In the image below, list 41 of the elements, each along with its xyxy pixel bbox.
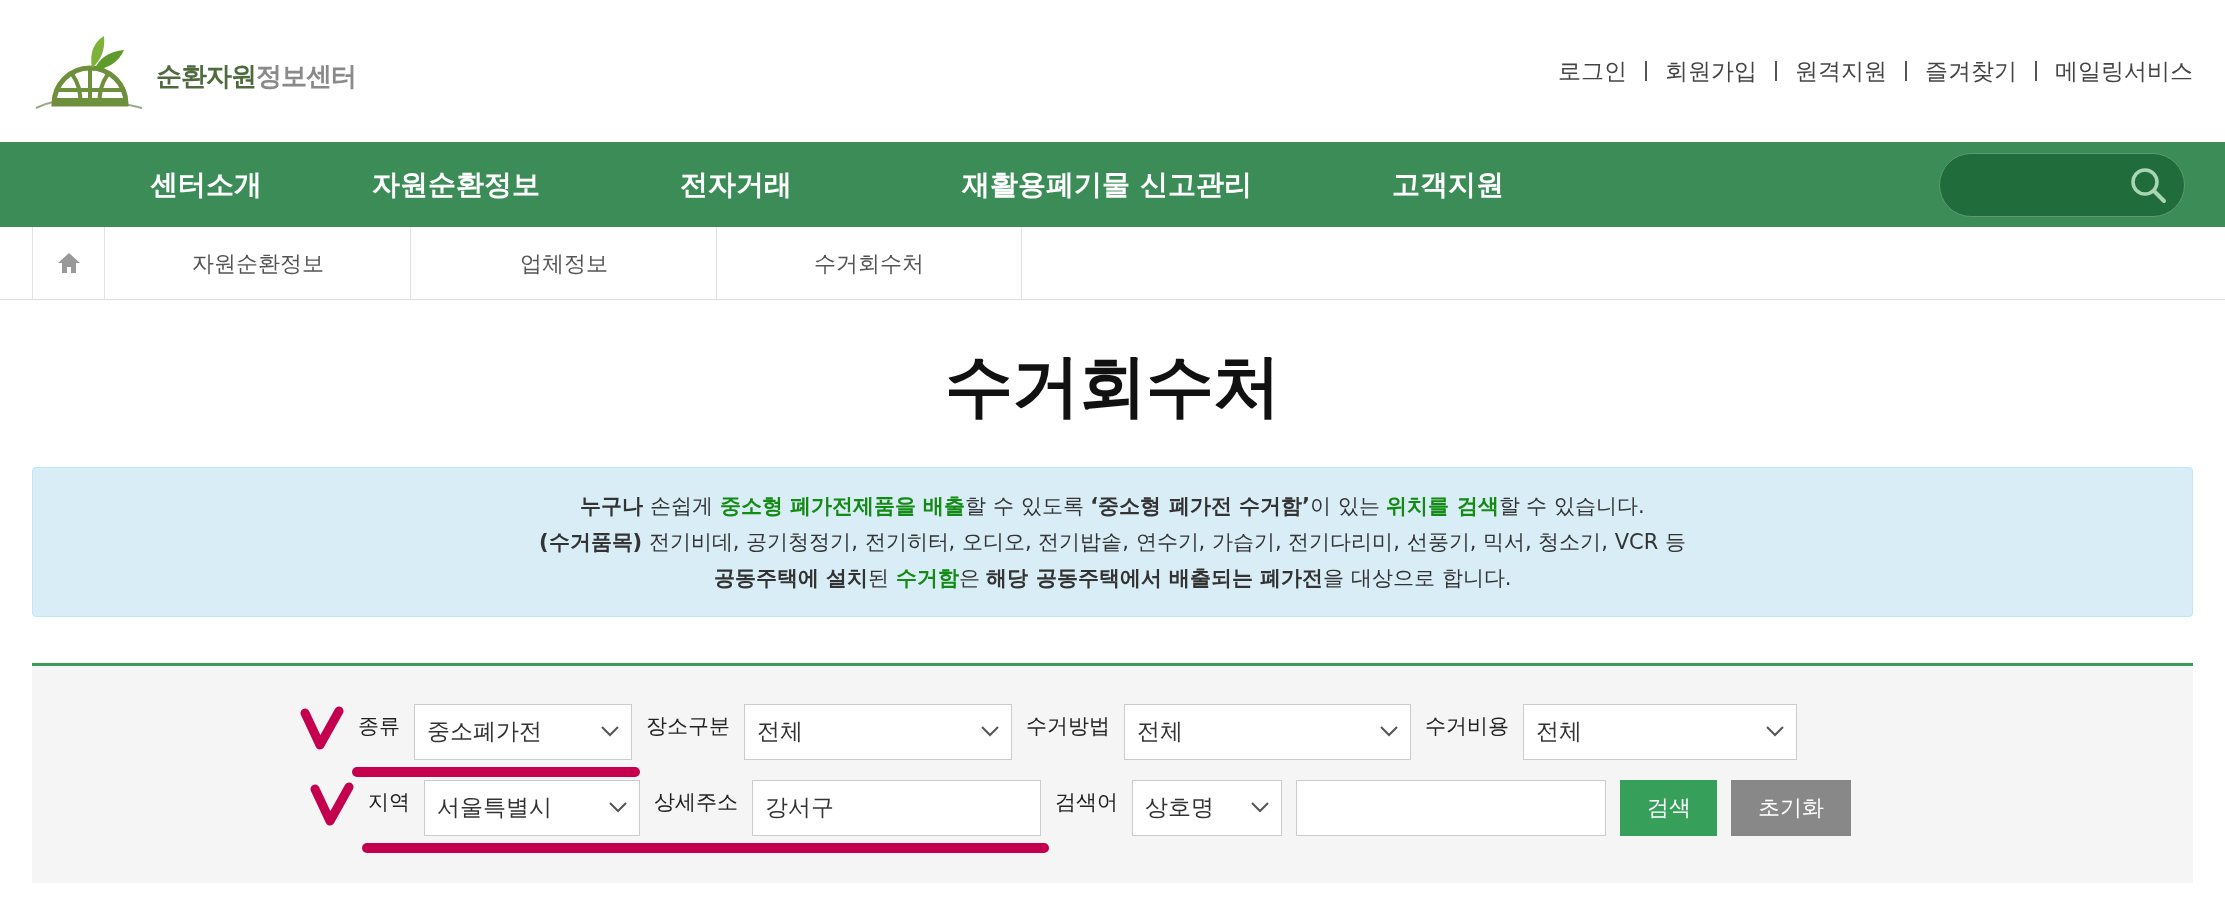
main-menu-item[interactable]: 센터소개 [150, 163, 262, 206]
field-label: 검색어 [1055, 788, 1118, 816]
field-label: 종류 [358, 712, 400, 740]
top-link[interactable]: 회원가입 [1665, 53, 1757, 89]
field-label: 장소구분 [646, 712, 730, 740]
breadcrumb-item[interactable]: 업체정보 [410, 227, 716, 299]
input-field[interactable] [1296, 779, 1606, 836]
chevron-down-icon [981, 726, 999, 738]
top-link[interactable]: 로그인 [1558, 53, 1627, 89]
input-field[interactable]: 강서구 [752, 779, 1041, 836]
home-icon [56, 252, 81, 274]
reset-button[interactable]: 초기화 [1731, 779, 1851, 836]
dropdown[interactable]: 전체 [744, 703, 1012, 760]
page-title: 수거회수처 [945, 345, 1280, 427]
chevron-down-icon [609, 802, 627, 814]
dropdown[interactable]: 전체 [1523, 703, 1797, 760]
chevron-down-icon [1380, 726, 1398, 738]
top-link[interactable]: 메일링서비스 [2055, 53, 2193, 89]
dropdown[interactable]: 상호명 [1132, 779, 1282, 836]
main-menu-item[interactable]: 고객지원 [1391, 163, 1504, 206]
notice-text: (수거품목) 전기비데, 공기청정기, 전기히터, 오디오, 전기밥솥, 연수기, 가습기, 전기다리미, 선풍기, 믹서, 청소기, VCR 등 [539, 529, 1686, 554]
breadcrumb-item[interactable]: 수거회수처 [716, 227, 1022, 299]
dropdown[interactable]: 중소폐가전 [414, 703, 632, 760]
breadcrumb-item[interactable]: 자원순환정보 [104, 227, 410, 299]
main-menu-item[interactable]: 재활용폐기물 신고관리 [962, 163, 1252, 206]
notice-text: 공동주택에 설치 된 수거함은 해당 공동주택에서 배출되는 폐가전을 대상으로 합니다. [713, 565, 1512, 590]
chevron-down-icon [1766, 726, 1784, 738]
field-label: 상세주소 [654, 788, 738, 816]
notice-text: 누구나 손쉽게 중소형 폐가전제품을 배출할 수 있도록 ‘중소형 폐가전 수거함’이 있는 위치를 검색할 수 있습니다. [580, 493, 1645, 518]
field-label: 수거방법 [1026, 712, 1110, 740]
chevron-down-icon [601, 726, 619, 738]
top-link[interactable]: 원격지원 [1795, 53, 1887, 89]
dropdown[interactable]: 서울특별시 [424, 779, 640, 836]
top-link[interactable]: 즐겨찾기 [1925, 53, 2017, 89]
main-menu-item[interactable]: 전자거래 [680, 163, 792, 206]
chevron-down-icon [1251, 802, 1269, 814]
main-menu-item[interactable]: 자원순환정보 [372, 163, 540, 206]
field-label: 지역 [368, 788, 410, 816]
dropdown[interactable]: 전체 [1124, 703, 1411, 760]
site-logo[interactable]: 순환자원정보센터 [32, 30, 356, 112]
field-label: 수거비용 [1425, 712, 1509, 740]
